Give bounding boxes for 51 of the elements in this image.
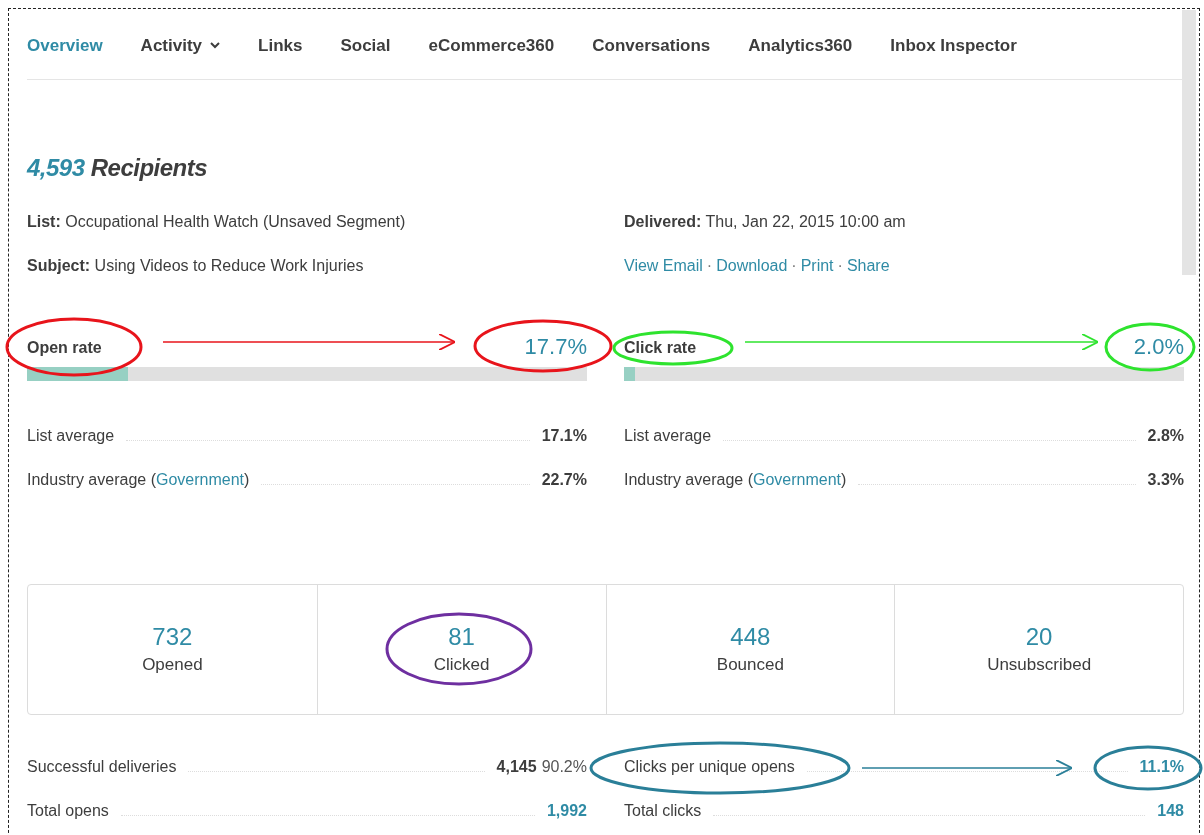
summary-value: 4,145	[496, 757, 537, 777]
detail-text: Delivered: Thu, Jan 22, 2015 10:00 am	[624, 212, 907, 232]
rate-value: 17.7%	[524, 333, 587, 361]
average-label: Industry average (Government)	[624, 470, 847, 490]
industry-link[interactable]: Government	[752, 471, 841, 488]
average-value: 2.8%	[1147, 426, 1184, 446]
tab[interactable]: eCommerce360	[428, 32, 555, 59]
summary-value[interactable]: 11.1%	[1139, 755, 1184, 779]
tab[interactable]: Analytics360	[748, 32, 853, 59]
email-link[interactable]: Share	[846, 254, 890, 278]
tab[interactable]: Links	[258, 32, 303, 59]
average-value: 22.7%	[541, 470, 587, 490]
rate-label: Click rate	[624, 338, 697, 358]
summary-label: Total clicks	[624, 801, 702, 821]
industry-link[interactable]: Government	[155, 471, 244, 488]
average-value: 3.3%	[1147, 470, 1184, 490]
tab[interactable]: Social	[340, 32, 391, 59]
summary-label: Clicks per unique opens	[624, 757, 795, 777]
stat-label: Bounced	[716, 653, 784, 676]
summary-percent: 90.2%	[541, 757, 587, 777]
rate-label: Open rate	[27, 338, 102, 358]
stat-value: 732	[152, 621, 193, 652]
recipients-label: Recipients	[90, 154, 208, 181]
stat-value: 20	[1025, 621, 1053, 652]
tab[interactable]: Inbox Inspector	[890, 32, 1017, 59]
rate-value: 2.0%	[1133, 333, 1184, 361]
email-link[interactable]: Download	[716, 254, 788, 278]
stat-value: 81	[448, 621, 475, 652]
average-label: List average	[27, 426, 115, 446]
tab[interactable]: Overview	[27, 32, 103, 59]
stat-label: Opened	[142, 653, 203, 676]
tab[interactable]: Activity	[140, 32, 221, 59]
email-link[interactable]: Print	[800, 254, 834, 278]
separator-dot: ·	[837, 256, 843, 276]
recipient-count: 4,593	[27, 154, 85, 181]
separator-dot: ·	[791, 256, 797, 276]
average-label: Industry average (Government)	[27, 470, 250, 490]
detail-text: Subject: Using Videos to Reduce Work Injuries	[27, 256, 365, 276]
summary-value[interactable]: 1,992	[546, 799, 587, 823]
tab[interactable]: Conversations	[592, 32, 711, 59]
summary-label: Successful deliveries	[27, 757, 177, 777]
detail-text: List: Occupational Health Watch (Unsaved Segment)	[27, 212, 407, 232]
average-value: 17.1%	[541, 426, 587, 446]
stat-label: Unsubscribed	[987, 653, 1092, 676]
email-link[interactable]: View Email	[624, 254, 703, 278]
stat-value: 448	[730, 621, 771, 652]
summary-value[interactable]: 148	[1157, 799, 1184, 823]
stat-label: Clicked	[433, 653, 490, 676]
average-label: List average	[624, 426, 712, 446]
summary-label: Total opens	[27, 801, 109, 821]
separator-dot: ·	[706, 256, 713, 276]
